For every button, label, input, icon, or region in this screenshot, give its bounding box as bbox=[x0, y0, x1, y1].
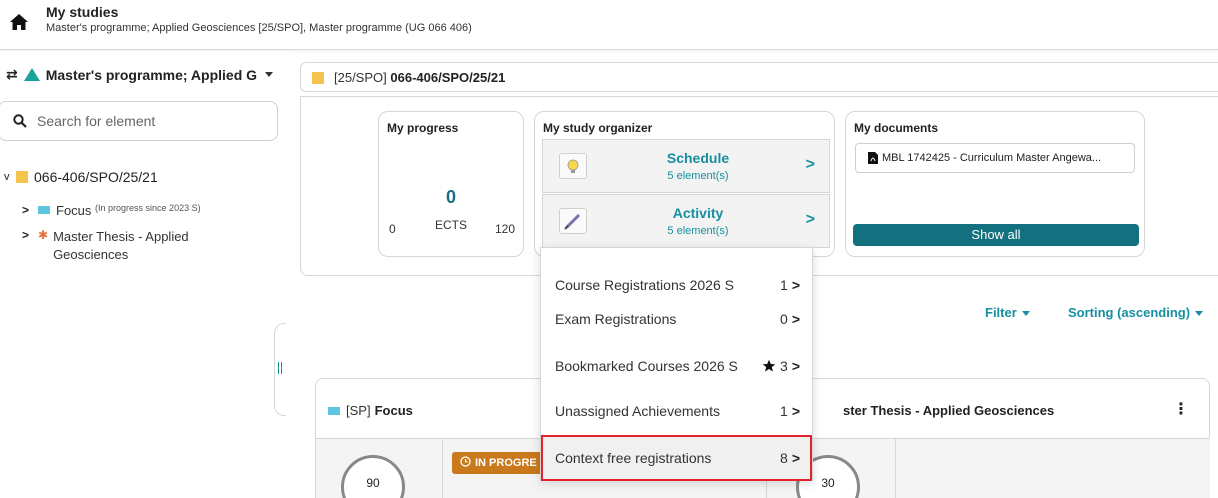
tree-root-label: 066-406/SPO/25/21 bbox=[34, 169, 158, 185]
tree-item-focus[interactable]: > Focus (In progress since 2023 S) bbox=[22, 203, 201, 218]
chevron-down-icon bbox=[1195, 311, 1204, 317]
menu-item-label: Exam Registrations bbox=[555, 311, 677, 327]
menu-item-unassigned-achievements[interactable]: Unassigned Achievements 1 > bbox=[541, 388, 812, 434]
chevron-right-icon: > bbox=[791, 311, 800, 327]
tree-root[interactable]: v 066-406/SPO/25/21 bbox=[4, 169, 158, 185]
menu-item-count: 1 bbox=[780, 277, 788, 293]
sidebar: ⇄ Master's programme; Applied G v 066-40… bbox=[0, 51, 290, 498]
menu-item-label: Bookmarked Courses 2026 S bbox=[555, 358, 738, 374]
show-all-button[interactable]: Show all bbox=[853, 224, 1139, 246]
pencil-icon bbox=[559, 208, 587, 234]
focus-card-header[interactable]: [SP] Focus bbox=[328, 403, 413, 418]
chevron-down-icon bbox=[1021, 311, 1030, 317]
activity-label: Activity bbox=[672, 205, 724, 221]
schedule-count: 5 element(s) bbox=[667, 170, 729, 182]
search-input[interactable] bbox=[37, 113, 257, 129]
focus-ects-value: 90 bbox=[366, 476, 380, 490]
documents-card: My documents MBL 1742425 - Curriculum Ma… bbox=[845, 111, 1145, 257]
blue-rect-icon bbox=[328, 406, 340, 415]
gear-icon: ✱ bbox=[38, 228, 49, 242]
drag-handle-icon[interactable] bbox=[278, 362, 282, 374]
menu-item-label: Unassigned Achievements bbox=[555, 403, 720, 419]
menu-item-count: 0 bbox=[780, 311, 788, 327]
menu-item-count: 1 bbox=[780, 403, 788, 419]
chevron-right-icon: > bbox=[805, 156, 815, 173]
schedule-label: Schedule bbox=[666, 150, 730, 166]
chevron-down-icon[interactable]: v bbox=[4, 171, 16, 183]
home-icon[interactable] bbox=[9, 12, 29, 32]
swap-icon: ⇄ bbox=[6, 66, 18, 82]
triangle-icon bbox=[23, 68, 40, 81]
pdf-icon bbox=[868, 152, 878, 164]
menu-item-count: 8 bbox=[780, 450, 788, 466]
menu-item-count: 3 bbox=[780, 358, 788, 374]
chevron-down-icon bbox=[265, 72, 274, 77]
search-icon bbox=[13, 114, 27, 128]
page-title: My studies bbox=[46, 4, 119, 20]
chevron-right-icon: > bbox=[791, 403, 800, 419]
chevron-right-icon: > bbox=[791, 358, 800, 374]
status-text: IN PROGRE bbox=[475, 457, 537, 469]
chevron-right-icon[interactable]: > bbox=[22, 203, 38, 217]
curriculum-header: [25/SPO] 066-406/SPO/25/21 bbox=[300, 62, 1218, 92]
curriculum-code: 066-406/SPO/25/21 bbox=[390, 70, 506, 85]
ects-value: 0 bbox=[445, 187, 456, 207]
sorting-button[interactable]: Sorting (ascending) bbox=[1068, 305, 1204, 320]
blue-rect-icon bbox=[38, 206, 50, 214]
programme-label: Master's programme; Applied G bbox=[45, 66, 258, 83]
organizer-title: My study organizer bbox=[543, 121, 653, 135]
status-badge: IN PROGRE bbox=[452, 452, 545, 474]
documents-title: My documents bbox=[854, 121, 939, 135]
tree-item-master-thesis[interactable]: > ✱ Master Thesis - Applied Geosciences bbox=[22, 228, 189, 264]
column-divider bbox=[442, 438, 443, 498]
focus-prefix: [SP] bbox=[346, 403, 371, 418]
search-box bbox=[0, 101, 278, 141]
top-bar: My studies Master's programme; Applied G… bbox=[0, 0, 1218, 50]
activity-count: 5 element(s) bbox=[667, 225, 729, 237]
progress-card: My progress 0 ECTS 0 120 bbox=[378, 111, 524, 257]
filter-label: Filter bbox=[985, 305, 1017, 320]
tree-item-label: Focus bbox=[56, 203, 92, 218]
column-divider bbox=[895, 438, 896, 498]
focus-label: Focus bbox=[374, 403, 413, 418]
progress-title: My progress bbox=[387, 121, 459, 135]
menu-item-context-free-registrations[interactable]: Context free registrations 8 > bbox=[541, 435, 812, 481]
chevron-right-icon: > bbox=[791, 277, 800, 293]
yellow-square-icon bbox=[312, 72, 324, 84]
ects-max: 120 bbox=[494, 222, 515, 236]
study-organizer-card: My study organizer Schedule 5 element(s)… bbox=[534, 111, 835, 257]
thesis-card-title[interactable]: ster Thesis - Applied Geosciences bbox=[843, 403, 1054, 418]
document-item[interactable]: MBL 1742425 - Curriculum Master Angewa..… bbox=[855, 143, 1135, 173]
schedule-row[interactable]: Schedule 5 element(s) > bbox=[542, 139, 830, 193]
menu-item-label: Course Registrations 2026 S bbox=[555, 277, 734, 293]
menu-item-exam-registrations[interactable]: Exam Registrations 0 > bbox=[541, 296, 812, 342]
document-name: MBL 1742425 - Curriculum Master Angewa..… bbox=[882, 152, 1102, 164]
curriculum-prefix: [25/SPO] bbox=[334, 70, 387, 85]
tree-item-label: Master Thesis - Applied bbox=[53, 229, 189, 244]
filter-button[interactable]: Filter bbox=[985, 305, 1030, 320]
menu-item-label: Context free registrations bbox=[555, 450, 712, 466]
yellow-square-icon bbox=[16, 171, 28, 183]
more-options-icon[interactable]: ⋮ bbox=[1173, 399, 1189, 419]
menu-item-bookmarked-courses[interactable]: Bookmarked Courses 2026 S 3 > bbox=[541, 343, 812, 389]
ects-min: 0 bbox=[389, 222, 396, 236]
programme-switcher[interactable]: ⇄ Master's programme; Applied G bbox=[6, 66, 274, 83]
chevron-right-icon[interactable]: > bbox=[22, 228, 38, 242]
page-subtitle: Master's programme; Applied Geosciences … bbox=[46, 22, 472, 34]
tree-item-label-continued: Geosciences bbox=[53, 247, 129, 262]
star-icon bbox=[762, 359, 776, 372]
organizer-dropdown-menu: Course Registrations 2026 S 1 > Exam Regi… bbox=[540, 247, 813, 481]
sorting-label: Sorting (ascending) bbox=[1068, 305, 1191, 320]
tree-item-note: (In progress since 2023 S) bbox=[95, 203, 201, 213]
lightbulb-icon bbox=[559, 153, 587, 179]
activity-row[interactable]: Activity 5 element(s) > bbox=[542, 194, 830, 248]
chevron-right-icon: > bbox=[791, 450, 800, 466]
clock-icon bbox=[460, 456, 471, 467]
chevron-right-icon: > bbox=[805, 211, 815, 228]
